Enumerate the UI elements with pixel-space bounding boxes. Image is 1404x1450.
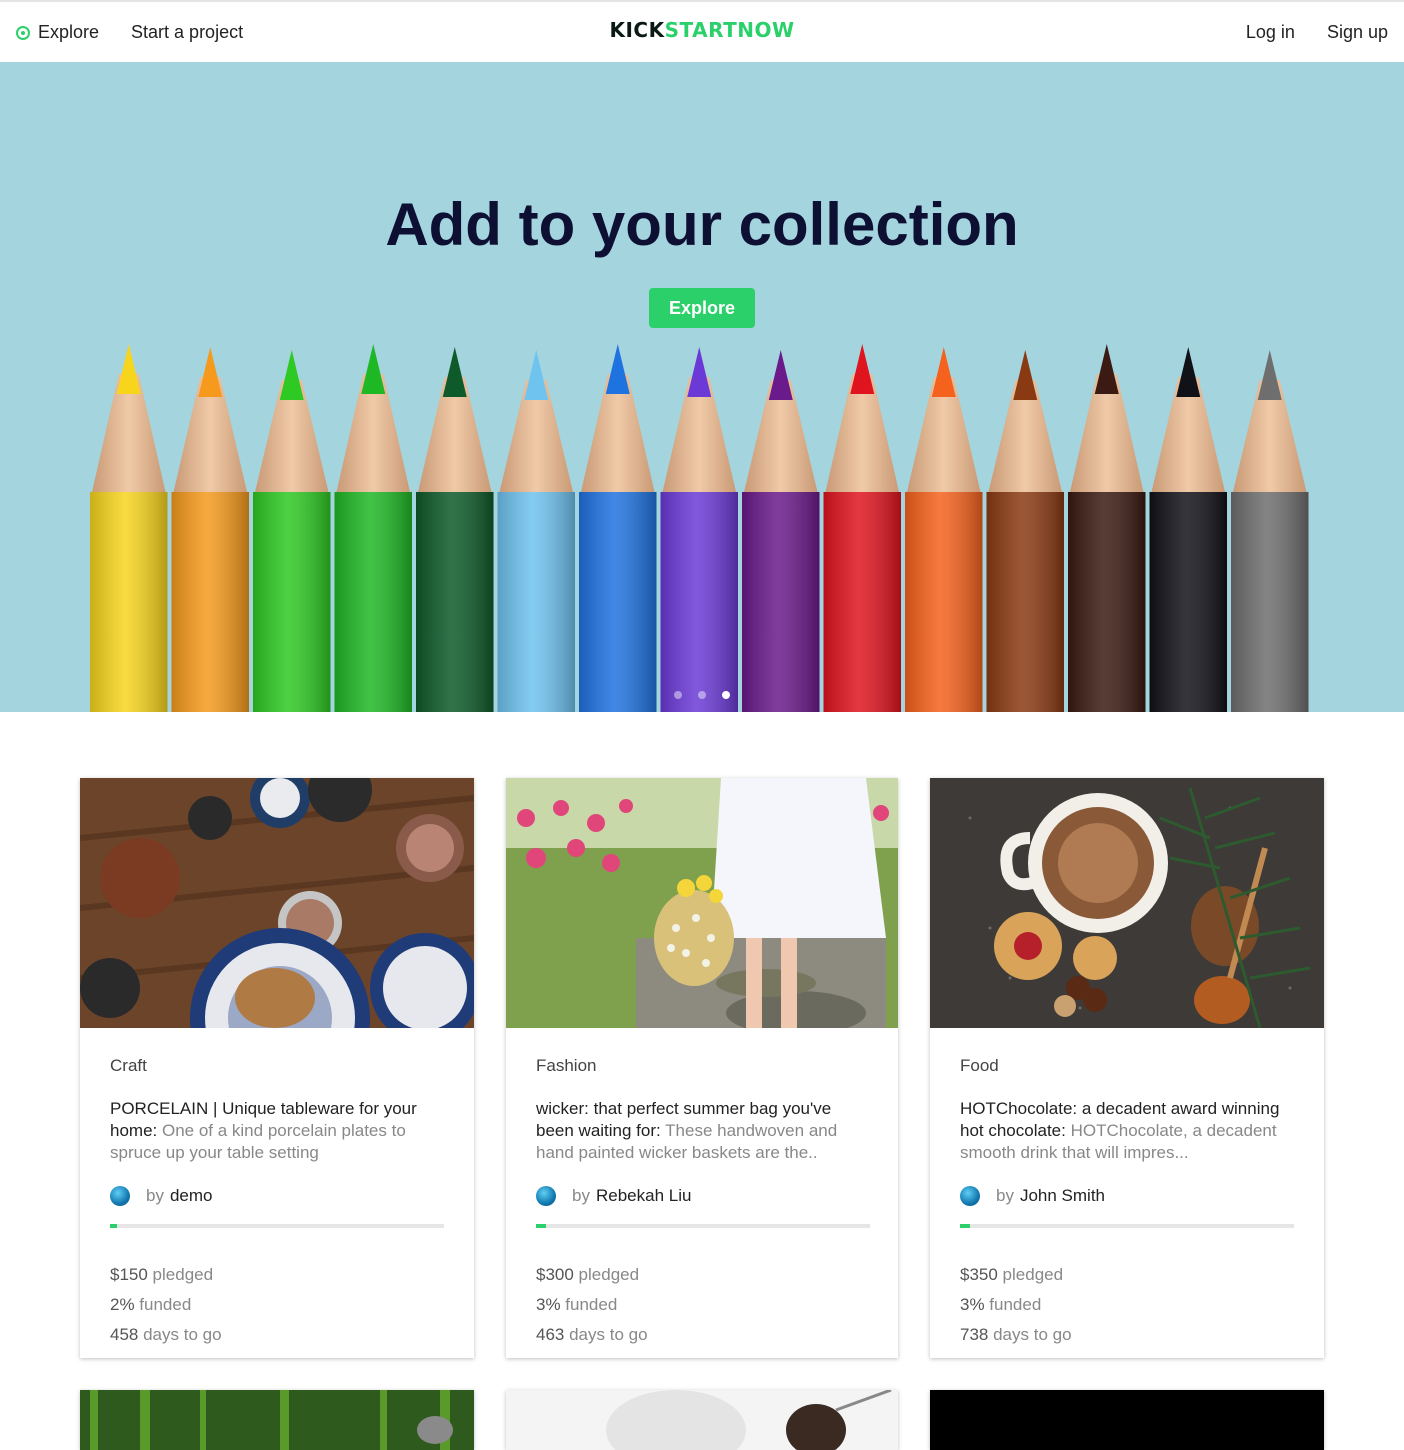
card-pledged-label: pledged [147,1265,214,1284]
card-pledged: $300 pledged [536,1260,868,1290]
card-title[interactable]: HOTChocolate: a decadent award winning h… [960,1098,1294,1164]
project-image-partial[interactable] [506,1390,898,1450]
project-card-partial[interactable] [506,1390,898,1450]
card-author: by demo [110,1186,444,1206]
card-funded-label: funded [984,1295,1042,1314]
card-body: Craft PORCELAIN | Unique tableware for y… [80,1028,474,1350]
carousel-dot-2[interactable] [698,691,706,699]
top-nav: Explore Start a project KICKSTARTNOW Log… [0,0,1404,62]
globe-icon [960,1186,980,1206]
project-card[interactable]: Food HOTChocolate: a decadent award winn… [930,778,1324,1358]
card-days-count: 738 [960,1325,989,1344]
card-body: Food HOTChocolate: a decadent award winn… [930,1028,1324,1350]
card-pledged-label: pledged [997,1265,1064,1284]
card-funded-pct: 3% [960,1295,985,1314]
funding-progress-bar [110,1224,444,1228]
card-stats: $300 pledged 3% funded 463 days to go [536,1260,868,1350]
carousel-indicators [0,686,1404,704]
pencil [171,347,249,712]
card-author-name[interactable]: Rebekah Liu [596,1186,691,1206]
pencil [334,344,412,712]
card-author-name[interactable]: demo [170,1186,213,1206]
logo-kick: KICK [609,18,665,42]
project-card-partial[interactable] [80,1390,474,1450]
card-title[interactable]: wicker: that perfect summer bag you've b… [536,1098,868,1164]
card-by-label: by [572,1186,590,1205]
card-pledged: $350 pledged [960,1260,1294,1290]
card-days-label: days to go [564,1325,648,1344]
card-pledged-amount: $350 [960,1265,998,1284]
card-by-label: by [146,1186,164,1205]
card-author: by Rebekah Liu [536,1186,868,1206]
card-funded-pct: 2% [110,1295,135,1314]
funding-progress-fill [110,1224,117,1228]
project-card[interactable]: Craft PORCELAIN | Unique tableware for y… [80,778,474,1358]
card-stats: $350 pledged 3% funded 738 days to go [960,1260,1294,1350]
card-pledged-amount: $150 [110,1265,148,1284]
pencil [823,344,901,712]
pencil [1231,350,1309,712]
card-funded-label: funded [560,1295,618,1314]
hero-explore-button[interactable]: Explore [649,288,755,328]
signup-link[interactable]: Sign up [1327,22,1388,43]
card-body: Fashion wicker: that perfect summer bag … [506,1028,898,1350]
project-image-craft[interactable] [80,778,474,1028]
project-image-fashion[interactable] [506,778,898,1028]
card-funded: 3% funded [536,1290,868,1320]
pencil [90,344,168,712]
funding-progress-fill [536,1224,547,1228]
card-category[interactable]: Food [960,1056,1294,1076]
logo-startnow: STARTNOW [664,18,795,42]
project-image-partial[interactable] [80,1390,474,1450]
card-pledged: $150 pledged [110,1260,444,1290]
project-card[interactable]: Fashion wicker: that perfect summer bag … [506,778,898,1358]
card-pledged-amount: $300 [536,1265,574,1284]
hero-pencils-image [90,344,1309,712]
card-days: 738 days to go [960,1320,1294,1350]
pencil [579,344,657,712]
card-title[interactable]: PORCELAIN | Unique tableware for your ho… [110,1098,444,1164]
nav-right: Log in Sign up [1214,22,1388,43]
card-funded: 3% funded [960,1290,1294,1320]
funding-progress-bar [960,1224,1294,1228]
pencil [1068,344,1146,712]
project-card-partial[interactable] [930,1390,1324,1450]
card-by-label: by [996,1186,1014,1205]
card-days-label: days to go [988,1325,1072,1344]
pencil [1149,347,1227,712]
card-funded-pct: 3% [536,1295,561,1314]
card-days-count: 458 [110,1325,139,1344]
card-author: by John Smith [960,1186,1294,1206]
card-funded: 2% funded [110,1290,444,1320]
pencil [986,350,1064,712]
pencil [416,347,494,712]
project-image-partial[interactable] [930,1390,1324,1450]
pencil [497,350,575,712]
card-author-name[interactable]: John Smith [1020,1186,1105,1206]
pencil [905,347,983,712]
login-link[interactable]: Log in [1246,22,1295,43]
card-days: 463 days to go [536,1320,868,1350]
project-image-food[interactable] [930,778,1324,1028]
globe-icon [536,1186,556,1206]
funding-progress-bar [536,1224,870,1228]
globe-icon [110,1186,130,1206]
card-funded-label: funded [134,1295,192,1314]
carousel-dot-1[interactable] [674,691,682,699]
carousel-dot-3[interactable] [722,691,730,699]
card-days: 458 days to go [110,1320,444,1350]
card-pledged-label: pledged [573,1265,640,1284]
pencil [660,347,738,712]
funding-progress-fill [960,1224,971,1228]
card-days-count: 463 [536,1325,565,1344]
site-logo[interactable]: KICKSTARTNOW [0,18,1404,42]
pencil [742,350,820,712]
card-days-label: days to go [138,1325,222,1344]
card-category[interactable]: Fashion [536,1056,868,1076]
card-category[interactable]: Craft [110,1056,444,1076]
pencil [253,350,331,712]
card-stats: $150 pledged 2% funded 458 days to go [110,1260,444,1350]
hero-carousel: Add to your collection Explore [0,62,1404,712]
hero-title: Add to your collection [385,191,1019,258]
